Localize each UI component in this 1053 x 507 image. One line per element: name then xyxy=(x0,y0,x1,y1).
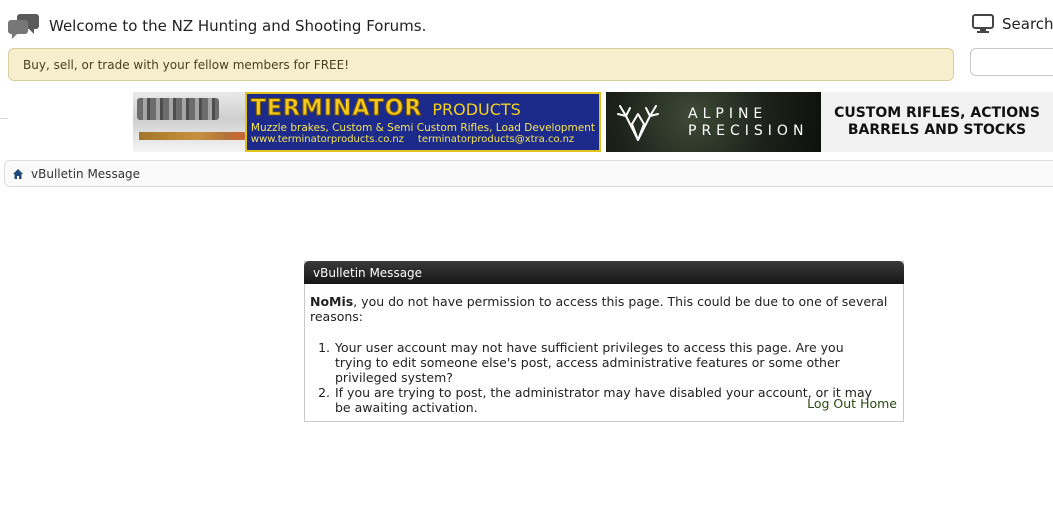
alpine-name-line2: PRECISION xyxy=(688,123,809,139)
list-item-number: 2. xyxy=(318,385,330,400)
muzzle-brake-photo xyxy=(133,92,247,152)
alpine-tagline-line2: BARRELS AND STOCKS xyxy=(847,122,1027,138)
alpine-logo-panel: ALPINE PRECISION xyxy=(606,92,821,152)
alpine-tagline-panel: CUSTOM RIFLES, ACTIONS BARRELS AND STOCK… xyxy=(821,92,1053,152)
home-icon[interactable] xyxy=(12,168,24,180)
message-heading: vBulletin Message xyxy=(304,261,904,284)
antler-logo-icon xyxy=(617,105,659,141)
list-item: 1. Your user account may not have suffic… xyxy=(310,340,903,385)
notice-bar: Buy, sell, or trade with your fellow mem… xyxy=(8,48,954,81)
logout-link[interactable]: Log Out xyxy=(807,396,856,411)
list-item-number: 1. xyxy=(318,340,330,355)
search-input[interactable] xyxy=(970,48,1053,76)
message-heading-text: vBulletin Message xyxy=(313,265,423,280)
breadcrumb: vBulletin Message xyxy=(4,160,1053,187)
message-links: Log Out Home xyxy=(807,396,897,411)
list-item-text: Your user account may not have sufficien… xyxy=(335,340,844,385)
terminator-text-panel: TERMINATOR PRODUCTS Muzzle brakes, Custo… xyxy=(244,92,601,152)
search-label: Search F xyxy=(1002,15,1053,33)
forum-chat-icon xyxy=(8,12,40,40)
terminator-logo-word: TERMINATOR xyxy=(250,96,423,122)
list-item-text: If you are trying to post, the administr… xyxy=(335,385,872,415)
search-link[interactable]: Search F xyxy=(972,14,1053,34)
terminator-website: www.terminatorproducts.co.nz xyxy=(250,134,404,145)
alpine-precision-banner[interactable]: ALPINE PRECISION CUSTOM RIFLES, ACTIONS … xyxy=(606,92,1053,152)
welcome-header: Welcome to the NZ Hunting and Shooting F… xyxy=(8,12,426,40)
monitor-icon xyxy=(972,14,994,34)
notice-text: Buy, sell, or trade with your fellow mem… xyxy=(23,57,350,72)
breadcrumb-current: vBulletin Message xyxy=(31,166,141,181)
cartridge-image xyxy=(139,132,235,140)
terminator-banner[interactable]: TERMINATOR PRODUCTS Muzzle brakes, Custo… xyxy=(133,92,601,152)
alpine-name-line1: ALPINE xyxy=(688,106,768,122)
message-box: vBulletin Message NoMis, you do not have… xyxy=(304,261,904,422)
message-intro: NoMis, you do not have permission to acc… xyxy=(310,294,903,324)
welcome-title: Welcome to the NZ Hunting and Shooting F… xyxy=(49,17,427,35)
message-intro-text: , you do not have permission to access t… xyxy=(310,294,888,324)
divider xyxy=(0,118,8,119)
terminator-email: terminatorproducts@xtra.co.nz xyxy=(417,134,575,145)
alpine-tagline-line1: CUSTOM RIFLES, ACTIONS xyxy=(834,105,1040,121)
home-link[interactable]: Home xyxy=(860,396,897,411)
username: NoMis xyxy=(310,294,354,309)
muzzle-brake-image xyxy=(137,98,219,120)
terminator-products-word: PRODUCTS xyxy=(432,100,521,119)
terminator-tagline: Muzzle brakes, Custom & Semi Custom Rifl… xyxy=(250,122,595,134)
